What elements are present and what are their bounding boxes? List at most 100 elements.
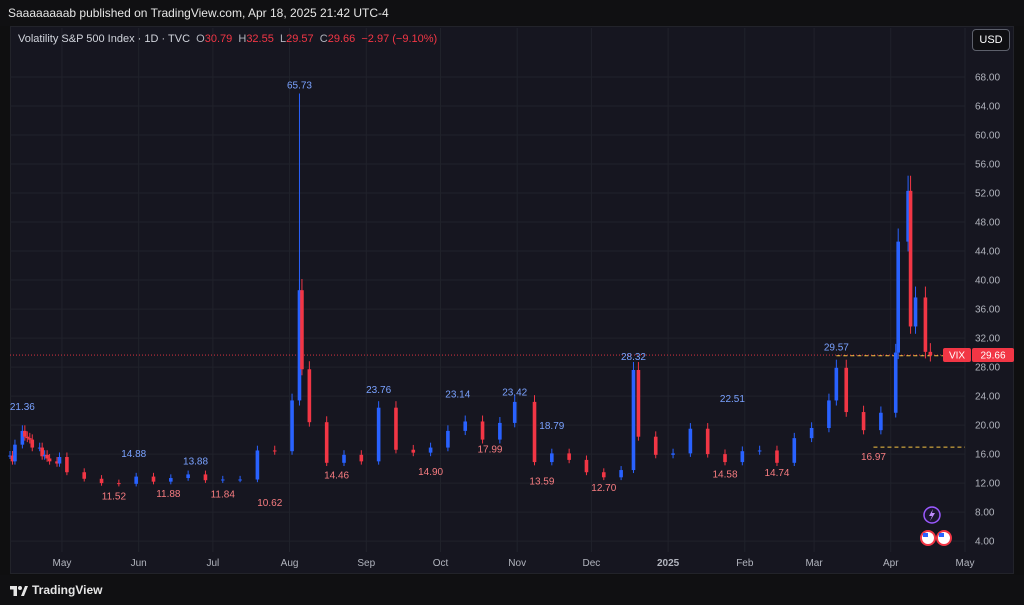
price-annotation: 23.76: [366, 385, 391, 396]
price-annotation: 11.84: [211, 489, 236, 500]
candle-body: [428, 447, 433, 453]
y-tick-label: 4.00: [975, 537, 995, 548]
candle-body: [792, 438, 797, 463]
price-annotation: 11.52: [102, 492, 127, 503]
candle-body: [740, 451, 745, 463]
candle-body: [928, 351, 933, 356]
candle-body: [757, 450, 762, 452]
candle-body: [913, 297, 918, 327]
y-tick-label: 44.00: [975, 247, 1000, 258]
price-annotation: 28.32: [621, 352, 646, 363]
candle-body: [47, 458, 52, 462]
price-annotation: 13.88: [183, 456, 208, 467]
x-tick-label: Jun: [131, 558, 147, 569]
candle-body: [45, 454, 49, 459]
candle-body: [584, 459, 589, 473]
tradingview-logo-icon: [10, 585, 28, 596]
x-tick-label: Nov: [508, 558, 526, 569]
y-tick-label: 40.00: [975, 276, 1000, 287]
candle-body: [636, 369, 641, 437]
candle-body: [255, 450, 260, 480]
candle-body: [220, 479, 225, 481]
y-tick-label: 64.00: [975, 102, 1000, 113]
time-axis: May Jun Jul Aug Sep Oct Nov Dec 2025 Feb Mar Apr May: [53, 558, 975, 569]
candle-body: [834, 367, 839, 401]
candle-body: [908, 190, 913, 327]
candle-body: [99, 478, 104, 484]
x-tick-label: Aug: [281, 558, 299, 569]
price-annotation: 29.57: [824, 343, 849, 354]
price-annotation: 14.74: [764, 468, 789, 479]
candle-body: [169, 478, 173, 482]
price-annotation: 23.42: [502, 387, 527, 398]
candle-body: [151, 476, 156, 482]
price-annotation: 11.88: [156, 489, 181, 500]
y-tick-label: 20.00: [975, 421, 1000, 432]
candle-body: [463, 421, 468, 431]
price-annotation: 16.97: [861, 452, 886, 463]
candle-body: [186, 474, 190, 479]
candle-body: [394, 407, 398, 450]
price-annotation: 14.58: [712, 469, 737, 480]
candle-body: [827, 400, 831, 428]
price-annotation: 18.79: [539, 421, 564, 432]
candle-body: [376, 407, 381, 462]
candle-body: [512, 401, 517, 423]
candle-body: [923, 297, 928, 352]
y-tick-label: 48.00: [975, 218, 1000, 229]
candle-body: [705, 428, 710, 455]
y-tick-label: 68.00: [975, 73, 1000, 84]
x-tick-label: Apr: [883, 558, 899, 569]
x-tick-label: Feb: [736, 558, 754, 569]
candle-body: [601, 472, 606, 478]
candles: [8, 93, 933, 487]
candle-body: [723, 454, 727, 463]
candle-body: [619, 470, 623, 478]
candle-body: [25, 436, 30, 439]
price-annotation: 22.51: [720, 394, 745, 405]
price-annotation: 13.59: [529, 477, 554, 488]
x-tick-label: Oct: [433, 558, 449, 569]
price-annotation: 14.46: [324, 470, 349, 481]
x-tick-label: May: [956, 558, 975, 569]
y-tick-label: 32.00: [975, 334, 1000, 345]
open-value: 30.79: [204, 33, 233, 45]
candle-body: [359, 454, 364, 462]
x-tick-label: Sep: [357, 558, 375, 569]
candle-body: [65, 457, 69, 473]
tradingview-brand[interactable]: TradingView: [10, 583, 102, 597]
open-label: O: [196, 33, 205, 45]
currency-button[interactable]: USD: [972, 29, 1010, 51]
candle-body: [498, 422, 502, 440]
candle-body: [809, 427, 814, 439]
candle-body: [307, 369, 312, 423]
symbol-legend: Volatility S&P 500 Index · 1D · TVC O30.…: [18, 33, 437, 45]
candle-body: [238, 479, 242, 481]
price-annotation: 65.73: [287, 80, 312, 91]
price-annotation: 17.99: [477, 445, 502, 456]
candle-body: [134, 476, 138, 484]
candle-body: [324, 422, 329, 463]
last-price-tag: VIX 29.66: [943, 348, 1014, 363]
change-value: −2.97 (−9.10%): [361, 33, 438, 45]
price-annotation: 12.70: [591, 483, 616, 494]
candle-body: [775, 450, 779, 463]
close-value: 29.66: [327, 33, 356, 45]
candle-body: [567, 453, 571, 460]
symbol-title: Volatility S&P 500 Index · 1D · TVC: [18, 33, 191, 45]
price-chart[interactable]: 4.00 8.00 12.00 16.00 20.00 24.00 28.00 32.00 36…: [0, 0, 1024, 605]
low-value: 29.57: [286, 33, 314, 45]
candle-body: [879, 412, 883, 431]
candle-body: [653, 436, 658, 455]
candle-body: [688, 428, 693, 454]
level-lines: [10, 354, 965, 448]
flag-canton: [923, 533, 928, 537]
candle-body: [411, 449, 416, 453]
y-tick-label: 28.00: [975, 363, 1000, 374]
symbol-tag: VIX: [949, 351, 965, 362]
price-annotation: 14.88: [121, 449, 146, 460]
candle-body: [631, 369, 636, 471]
y-tick-label: 24.00: [975, 392, 1000, 403]
candle-body: [300, 290, 304, 370]
y-tick-label: 16.00: [975, 450, 1000, 461]
